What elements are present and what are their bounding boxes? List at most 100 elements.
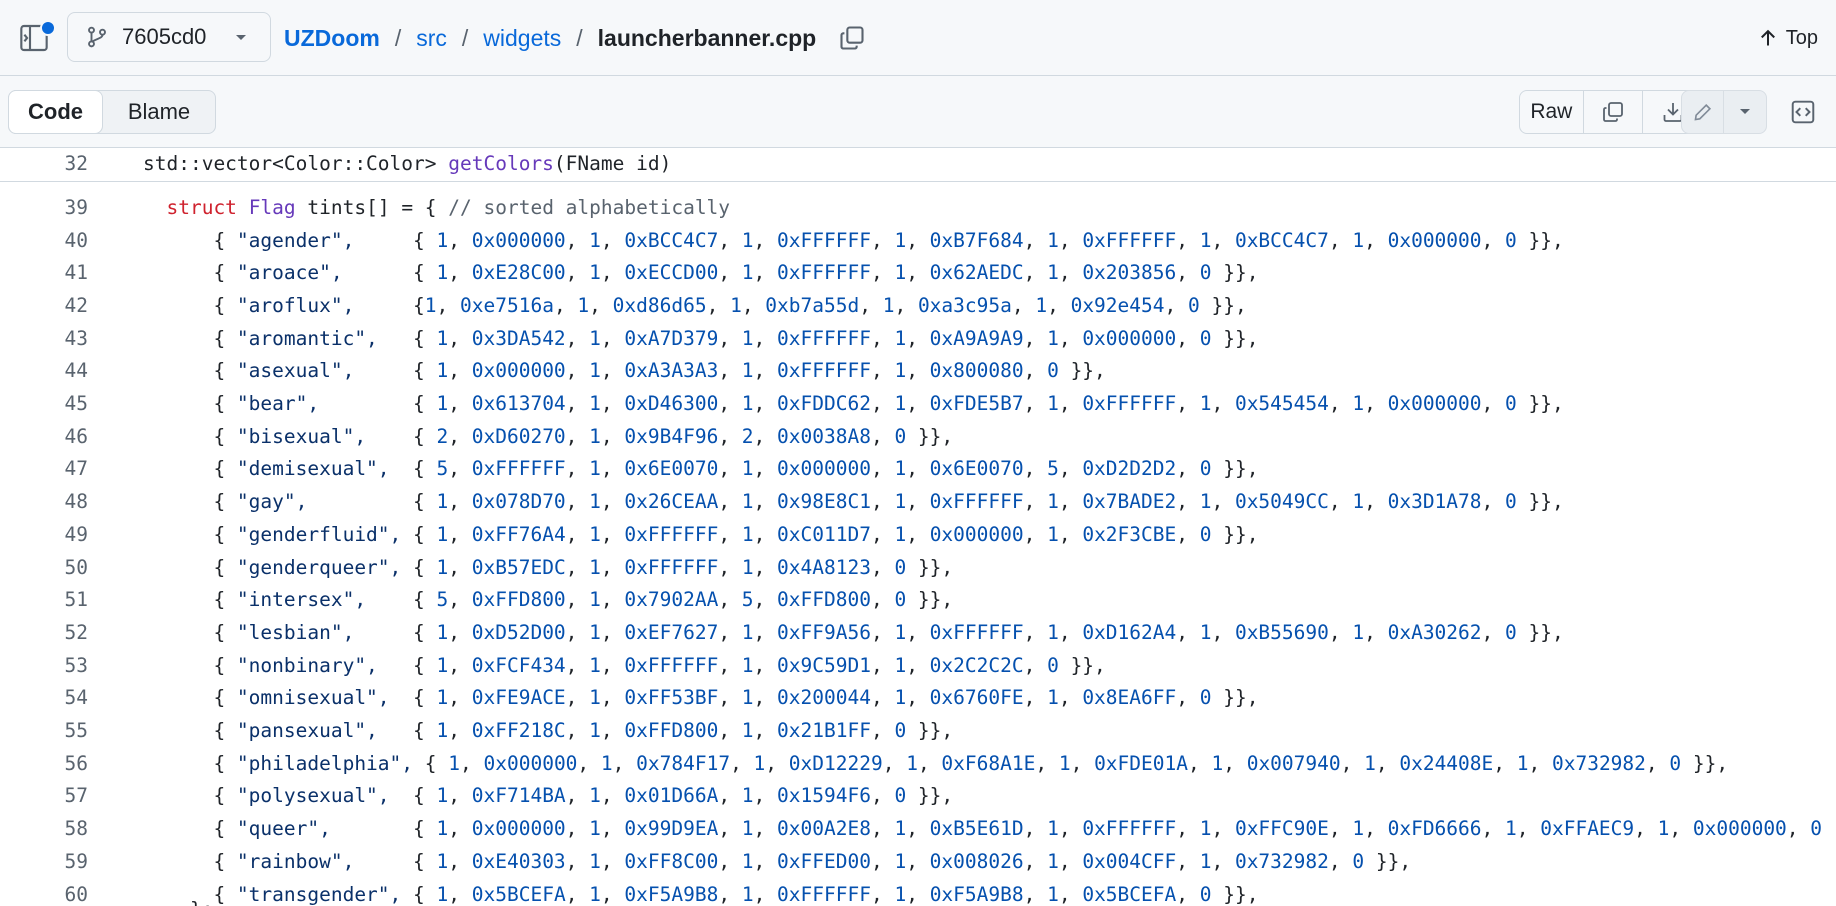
symbols-panel-button[interactable] (1781, 90, 1825, 134)
copy-raw-button[interactable] (1584, 91, 1644, 133)
partial-code-line-bottom: }; (0, 898, 1836, 906)
color-value: 0x784F17 (636, 751, 731, 775)
breadcrumb-repo-link[interactable]: UZDoom (284, 25, 380, 52)
color-value: 0x000000 (483, 751, 578, 775)
code-text: { "polysexual", { 1, 0xF714BA, 1, 0x01D6… (143, 784, 953, 807)
color-value: 0x4A8123 (777, 555, 871, 579)
color-value: 0xA3A3A3 (624, 359, 719, 383)
code-punct: , (1058, 457, 1083, 481)
code-punct: , (565, 392, 590, 415)
code-punct: }}, (906, 555, 954, 579)
color-value: 0xFFFFFF (1082, 228, 1177, 252)
color-value: 0x92e454 (1070, 293, 1165, 317)
tab-code[interactable]: Code (8, 90, 103, 134)
color-value: 1 (894, 457, 907, 481)
code-punct: , (1058, 522, 1083, 546)
code-text: { "philadelphia", { 1, 0x000000, 1, 0x78… (143, 752, 1728, 775)
flag-name-string: "intersex", (236, 588, 367, 612)
color-value: 0x000000 (471, 228, 566, 252)
code-punct: , (906, 849, 930, 873)
color-value: 1 (589, 490, 601, 514)
flag-name-string: "polysexual", (236, 784, 390, 808)
line-number: 51 (64, 588, 88, 612)
code-punct: }}, (906, 588, 954, 612)
code-punct: { (389, 784, 437, 808)
code-punct: , (565, 522, 590, 546)
code-punct: }}, (1058, 653, 1106, 677)
color-value: 0x0038A8 (777, 424, 871, 448)
code-punct: }}, (1211, 326, 1259, 350)
code-punct: , (448, 588, 472, 612)
copy-path-button[interactable] (838, 24, 866, 52)
color-value: 0x007940 (1246, 751, 1341, 775)
code-punct: , (1176, 326, 1200, 350)
flag-name-string: "nonbinary", (236, 653, 378, 677)
code-punct: , (1176, 686, 1200, 710)
color-value: 1 (436, 261, 449, 285)
more-edit-options-button[interactable] (1724, 91, 1766, 133)
code-punct: }}, (1516, 620, 1564, 644)
code-punct: , (870, 261, 895, 285)
code-punct: , (1211, 490, 1235, 514)
scroll-top-button[interactable]: Top (1758, 22, 1818, 54)
code-punct: , (870, 719, 895, 742)
code-punct: , (870, 326, 895, 350)
tab-blame[interactable]: Blame (103, 91, 215, 133)
code-punct: { (143, 424, 237, 448)
code-punct: , (600, 424, 625, 448)
color-value: 1 (436, 326, 449, 350)
raw-button[interactable]: Raw (1520, 91, 1584, 133)
branch-name: 7605cd0 (122, 24, 207, 49)
color-value: 1 (1047, 326, 1059, 350)
branch-selector-button[interactable]: 7605cd0 (67, 12, 271, 62)
flag-name-string: "aromantic", (236, 326, 378, 350)
color-value: 1 (1047, 522, 1059, 546)
line-number: 42 (64, 293, 88, 317)
color-value: 1 (589, 261, 601, 285)
edit-file-button[interactable] (1682, 91, 1725, 133)
code-punct: , (718, 522, 742, 546)
function-name: getColors (448, 152, 554, 175)
code-punct: , (448, 686, 472, 710)
code-punct: , (1176, 817, 1200, 841)
code-punct: , (718, 849, 742, 873)
color-value: 0xE28C00 (471, 261, 566, 285)
flag-name-string: "rainbow", (236, 849, 355, 873)
code-punct: , (448, 849, 472, 873)
color-value: 0 (1187, 293, 1200, 317)
color-value: 0x62AEDC (929, 261, 1024, 285)
color-value: 0xFF8C00 (624, 849, 719, 873)
code-line: 50 { "genderqueer", { 1, 0xB57EDC, 1, 0x… (0, 552, 1836, 584)
code-punct: , (1786, 817, 1811, 841)
code-punct: , (718, 359, 742, 383)
sticky-scope-line[interactable]: 32 std::vector<Color::Color> getColors(F… (0, 148, 1836, 182)
code-punct: { (354, 293, 425, 317)
code-punct: , (553, 293, 578, 317)
breadcrumb-widgets-link[interactable]: widgets (483, 25, 561, 52)
breadcrumb-separator: / (394, 24, 402, 51)
flag-name-string: "aroflux", (236, 293, 355, 317)
code-punct: , (1011, 293, 1036, 317)
breadcrumb-src-link[interactable]: src (416, 25, 447, 52)
color-value: 1 (589, 620, 601, 644)
color-value: 0 (894, 588, 907, 612)
line-number: 56 (64, 751, 88, 775)
code-punct: { (143, 490, 237, 514)
color-value: 1 (1047, 620, 1059, 644)
code-punct: , (870, 817, 895, 841)
color-value: 0x004CFF (1082, 849, 1177, 873)
color-value: 1 (577, 293, 590, 317)
code-punct: , (1023, 849, 1048, 873)
color-value: 0x1594F6 (777, 784, 871, 808)
color-value: 1 (894, 359, 907, 383)
code-punct: , (1023, 653, 1048, 677)
code-punct: , (718, 588, 742, 612)
code-punct: , (1164, 293, 1188, 317)
chevron-down-icon (236, 35, 246, 40)
color-value: 1 (436, 359, 449, 383)
code-punct: , (870, 228, 895, 252)
code-punct: , (753, 261, 778, 285)
color-value: 1 (894, 490, 907, 514)
color-value: 0x000000 (1692, 817, 1787, 841)
flag-name-string: "lesbian", (236, 620, 355, 644)
